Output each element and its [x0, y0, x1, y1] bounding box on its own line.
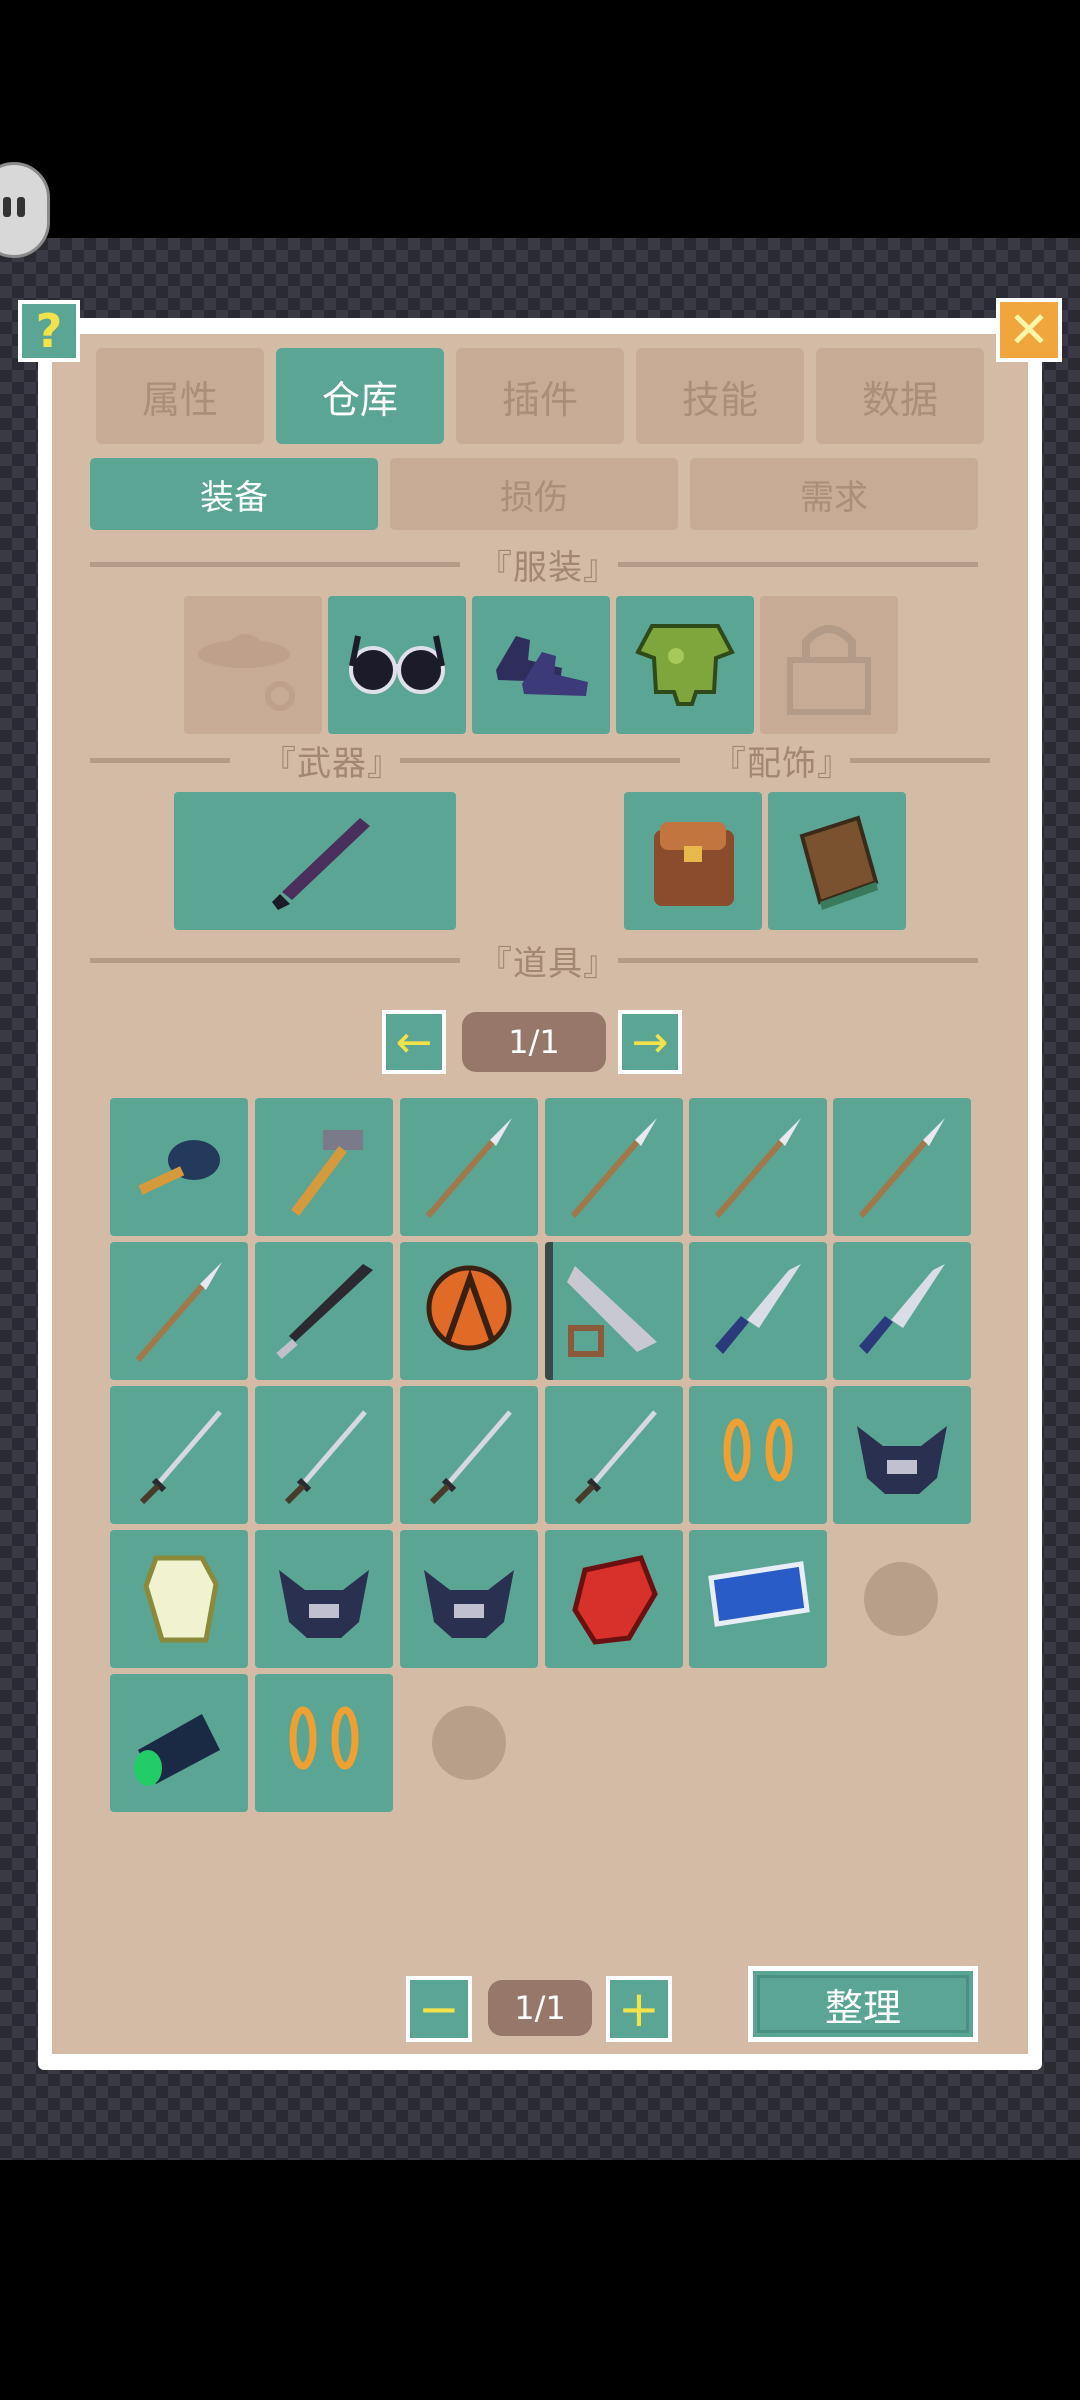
chain-icon: [723, 1418, 793, 1482]
book-icon: [799, 815, 879, 910]
items-prev-button[interactable]: ←: [382, 1010, 446, 1074]
sort-button[interactable]: 整理: [748, 1966, 978, 2042]
mask-icon: [857, 1426, 947, 1494]
inventory-slot[interactable]: [833, 1242, 971, 1380]
inventory-slot[interactable]: [400, 1530, 538, 1668]
glasses-icon: [349, 635, 445, 694]
sword-icon: [574, 1410, 657, 1505]
sword-icon: [272, 818, 370, 910]
book-slot[interactable]: [768, 792, 906, 930]
tab-warehouse[interactable]: 仓库: [276, 348, 444, 444]
subtab-needs[interactable]: 需求: [690, 458, 978, 530]
tab-skills[interactable]: 技能: [636, 348, 804, 444]
section-title-accessory: 『配饰』: [712, 744, 852, 784]
subtab-equipment[interactable]: 装备: [90, 458, 378, 530]
empty-slot: [432, 1706, 506, 1780]
inventory-slot[interactable]: [110, 1098, 248, 1236]
chain-icon: [289, 1706, 359, 1770]
close-button[interactable]: ✕: [996, 298, 1062, 362]
glove-icon: [572, 1555, 658, 1645]
shoes-icon: [496, 636, 588, 696]
lock-icon: [787, 625, 871, 715]
divider: [90, 758, 230, 763]
scope-icon: [134, 1714, 220, 1786]
increase-button[interactable]: +: [606, 1976, 672, 2042]
inventory-slot[interactable]: [545, 1386, 683, 1524]
spear-icon: [714, 1118, 801, 1218]
inventory-slot[interactable]: [689, 1530, 827, 1668]
inventory-slot[interactable]: [255, 1530, 393, 1668]
spear-icon: [425, 1118, 512, 1218]
inventory-slot[interactable]: [255, 1674, 393, 1812]
glasses-slot[interactable]: [328, 596, 466, 734]
divider: [618, 562, 978, 567]
inventory-slot[interactable]: [255, 1098, 393, 1236]
section-title-weapon: 『武器』: [262, 744, 402, 784]
inventory-slot[interactable]: [689, 1242, 827, 1380]
blade-icon: [276, 1264, 373, 1360]
mask-icon: [279, 1570, 369, 1638]
divider: [90, 958, 460, 963]
inventory-slot[interactable]: [545, 1098, 683, 1236]
armor-icon: [635, 624, 735, 706]
inventory-slot[interactable]: [545, 1530, 683, 1668]
decrease-button[interactable]: −: [406, 1976, 472, 2042]
inventory-slot[interactable]: [400, 1386, 538, 1524]
inventory-slot[interactable]: [110, 1674, 248, 1812]
hat-icon: [198, 634, 295, 711]
help-button[interactable]: ?: [18, 300, 80, 362]
gem-icon: [143, 1555, 219, 1643]
section-title-clothing: 『服装』: [478, 548, 618, 588]
storage-page-indicator: 1/1: [488, 1980, 592, 2036]
floating-assistant-icon[interactable]: [0, 162, 50, 258]
divider: [90, 562, 460, 567]
hat-slot[interactable]: [184, 596, 322, 734]
hammer-icon: [291, 1130, 363, 1216]
inventory-slot[interactable]: [110, 1242, 248, 1380]
weapon-slot[interactable]: [174, 792, 456, 930]
inventory-slot[interactable]: [689, 1386, 827, 1524]
sword-icon: [284, 1410, 367, 1505]
tab-data[interactable]: 数据: [816, 348, 984, 444]
mask-icon: [424, 1570, 514, 1638]
items-page-indicator: 1/1: [462, 1012, 606, 1072]
locked-slot: [760, 596, 898, 734]
card-icon: [708, 1561, 810, 1627]
inventory-slot[interactable]: [110, 1386, 248, 1524]
dagger-icon: [715, 1264, 801, 1354]
dagger-icon: [859, 1264, 945, 1354]
tab-plugins[interactable]: 插件: [456, 348, 624, 444]
backpack-icon: [654, 822, 734, 906]
armor-slot[interactable]: [616, 596, 754, 734]
tab-attributes[interactable]: 属性: [96, 348, 264, 444]
empty-slot: [864, 1562, 938, 1636]
inventory-slot[interactable]: [400, 1098, 538, 1236]
inventory-slot[interactable]: [833, 1386, 971, 1524]
sword-icon: [429, 1410, 512, 1505]
items-next-button[interactable]: →: [618, 1010, 682, 1074]
section-title-items: 『道具』: [478, 944, 618, 984]
divider: [850, 758, 990, 763]
shoes-slot[interactable]: [472, 596, 610, 734]
spear-icon: [570, 1118, 657, 1218]
inventory-slot[interactable]: [833, 1098, 971, 1236]
backpack-slot[interactable]: [624, 792, 762, 930]
spear-icon: [135, 1262, 222, 1362]
shield-icon: [426, 1265, 512, 1351]
inventory-slot[interactable]: [255, 1386, 393, 1524]
inventory-slot[interactable]: [110, 1530, 248, 1668]
divider: [400, 758, 680, 763]
divider: [618, 958, 978, 963]
inventory-slot[interactable]: [255, 1242, 393, 1380]
inventory-slot[interactable]: [545, 1242, 683, 1380]
spear-icon: [858, 1118, 945, 1218]
sword-icon: [139, 1410, 222, 1505]
inventory-slot[interactable]: [400, 1242, 538, 1380]
subtab-damage[interactable]: 损伤: [390, 458, 678, 530]
inventory-slot[interactable]: [689, 1098, 827, 1236]
pan-icon: [138, 1140, 220, 1195]
saw-icon: [545, 1242, 657, 1380]
